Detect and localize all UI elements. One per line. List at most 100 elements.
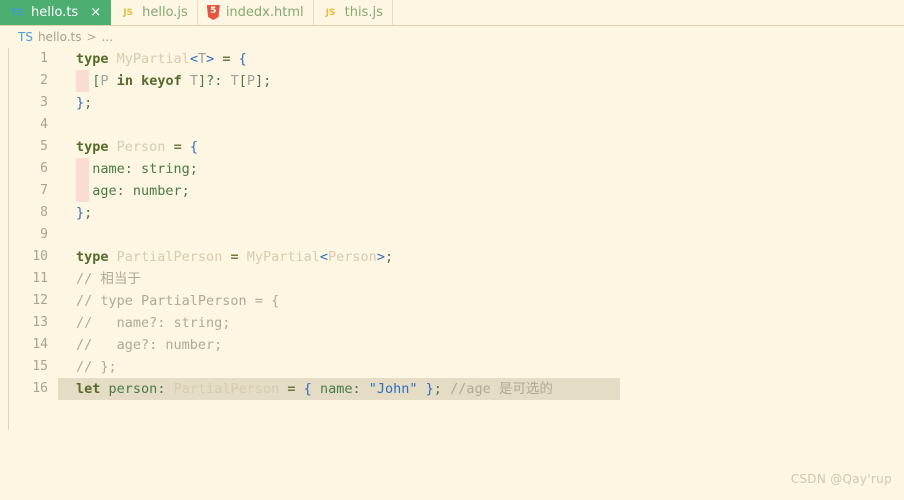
code-line[interactable]: 2 [P in keyof T]?: T[P]; — [0, 70, 904, 92]
code-token: { — [189, 139, 198, 155]
typescript-file-icon: TS — [10, 7, 24, 18]
code-token: > — [376, 249, 385, 265]
code-line[interactable]: 16 let person: PartialPerson = { name: "J… — [0, 378, 904, 400]
code-token: name: string; — [92, 161, 198, 177]
code-token: = — [230, 249, 239, 265]
code-token: = — [287, 381, 296, 397]
line-content[interactable]: age: number; — [76, 180, 190, 202]
code-token: keyof — [141, 73, 182, 89]
line-number: 15 — [32, 359, 48, 374]
code-token: { — [303, 381, 312, 397]
code-line[interactable]: 9 — [0, 224, 904, 246]
tab-this-js[interactable]: JS this.js — [314, 0, 393, 25]
code-token: // name?: string; — [76, 315, 231, 331]
code-token: ; — [84, 95, 93, 111]
line-content[interactable]: // type PartialPerson = { — [76, 290, 279, 312]
code-token: P — [246, 73, 255, 89]
code-token: // age?: number; — [76, 337, 223, 353]
line-content[interactable]: // age?: number; — [76, 334, 222, 356]
code-token: MyPartial — [246, 249, 320, 265]
line-content[interactable]: name: string; — [76, 158, 198, 180]
code-token: in — [116, 73, 133, 89]
code-lines[interactable]: 1 type MyPartial<T> = { 2 [P in keyof T]?:… — [0, 48, 904, 400]
code-token: > — [206, 51, 215, 67]
code-token: < — [189, 51, 198, 67]
line-number: 5 — [40, 139, 48, 154]
line-number: 10 — [32, 249, 48, 264]
line-number: 4 — [40, 117, 48, 132]
line-number: 16 — [32, 381, 48, 396]
line-content[interactable]: }; — [76, 202, 92, 224]
tab-label: hello.ts — [31, 4, 79, 20]
tab-hello-js[interactable]: JS hello.js — [111, 0, 198, 25]
line-content[interactable]: // name?: string; — [76, 312, 230, 334]
code-line[interactable]: 6 name: string; — [0, 158, 904, 180]
code-token: } — [425, 381, 434, 397]
tab-indedx-html[interactable]: indedx.html — [198, 0, 314, 25]
breadcrumb-file[interactable]: hello.ts — [38, 30, 82, 44]
html5-file-icon — [206, 5, 220, 20]
javascript-file-icon: JS — [123, 7, 134, 18]
tab-label: indedx.html — [225, 4, 304, 20]
line-content[interactable]: [P in keyof T]?: T[P]; — [76, 70, 271, 92]
line-content[interactable]: }; — [76, 92, 92, 114]
code-token: { — [238, 51, 247, 67]
code-token: // 相当于 — [76, 271, 141, 287]
code-line[interactable]: 13 // name?: string; — [0, 312, 904, 334]
line-number: 2 — [40, 73, 48, 88]
code-token: ]; — [254, 73, 272, 89]
code-token: //age 是可选的 — [450, 381, 553, 397]
breadcrumb-overflow[interactable]: ... — [102, 30, 113, 44]
line-content[interactable]: type Person = { — [76, 136, 198, 158]
line-number: 7 — [40, 183, 48, 198]
code-token: // }; — [76, 359, 117, 375]
editor-window: TS hello.ts × JS hello.js indedx.html JS this.j… — [0, 0, 904, 500]
code-line[interactable]: 4 — [0, 114, 904, 136]
code-line[interactable]: 11 // 相当于 — [0, 268, 904, 290]
code-line[interactable]: 12 // type PartialPerson = { — [0, 290, 904, 312]
code-token: PartialPerson — [116, 249, 223, 265]
line-content[interactable]: type MyPartial<T> = { — [76, 48, 247, 70]
code-line[interactable]: 5 type Person = { — [0, 136, 904, 158]
code-token: = — [222, 51, 231, 67]
code-token: T — [189, 73, 199, 89]
code-token: [ — [238, 73, 247, 89]
code-line[interactable]: 3}; — [0, 92, 904, 114]
line-number: 12 — [32, 293, 48, 308]
code-line[interactable]: 10 type PartialPerson = MyPartial<Person>… — [0, 246, 904, 268]
tab-hello-ts[interactable]: TS hello.ts × — [0, 0, 112, 26]
code-token: < — [319, 249, 329, 265]
code-line[interactable]: 8}; — [0, 202, 904, 224]
breadcrumb[interactable]: TS hello.ts > ... — [0, 26, 904, 48]
close-icon[interactable]: × — [90, 0, 101, 26]
code-token: name — [319, 381, 353, 397]
line-number: 3 — [40, 95, 48, 110]
tab-label: hello.js — [142, 4, 188, 20]
code-line[interactable]: 14 // age?: number; — [0, 334, 904, 356]
line-content[interactable]: type PartialPerson = MyPartial<Person>; — [76, 246, 393, 268]
line-content[interactable]: // }; — [76, 356, 117, 378]
typescript-file-icon: TS — [18, 30, 33, 44]
code-editor[interactable]: 1 type MyPartial<T> = { 2 [P in keyof T]?:… — [0, 48, 904, 500]
code-line[interactable]: 15 // }; — [0, 356, 904, 378]
line-number: 11 — [32, 271, 48, 286]
code-token: ]?: — [198, 73, 223, 89]
line-content[interactable]: // 相当于 — [76, 268, 141, 290]
code-line[interactable]: 7 age: number; — [0, 180, 904, 202]
line-content[interactable]: let person: PartialPerson = { name: "Joh… — [76, 378, 553, 400]
code-token: = — [173, 139, 182, 155]
code-token: : — [157, 381, 174, 397]
code-line[interactable]: 1 type MyPartial<T> = { — [0, 48, 904, 70]
